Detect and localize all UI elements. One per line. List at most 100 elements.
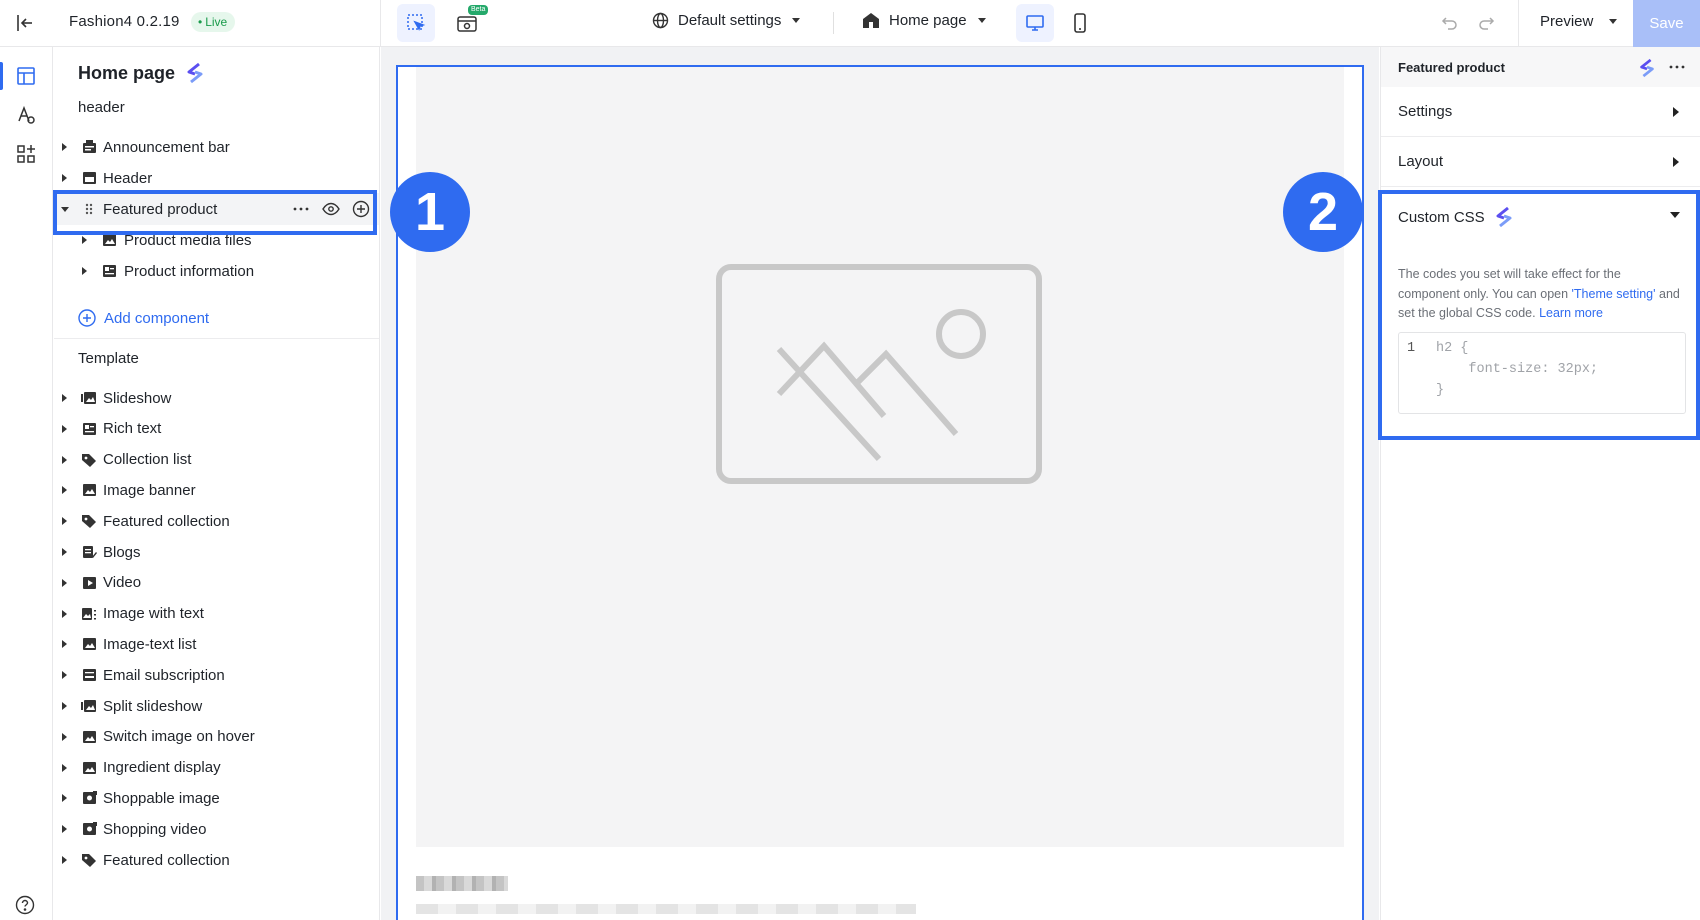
tree-item-image-with-text[interactable]: Image with text — [54, 598, 379, 630]
apps-nav-button[interactable] — [12, 140, 40, 168]
tree-item-announcement-bar[interactable]: Announcement bar — [54, 131, 379, 163]
tree-item-label: Collection list — [103, 451, 192, 469]
save-button[interactable]: Save — [1633, 0, 1700, 47]
tree-item-collection-list[interactable]: Collection list — [54, 444, 379, 476]
expand-arrow-icon[interactable] — [62, 424, 67, 433]
add-component-button[interactable]: Add component — [78, 309, 209, 327]
image-icon — [81, 636, 97, 652]
left-rail — [0, 47, 53, 920]
tree-item-label: Shopping video — [103, 820, 207, 838]
product-media-placeholder[interactable] — [416, 67, 1344, 847]
settings-dropdown[interactable]: Default settings — [652, 12, 801, 29]
add-component-label: Add component — [104, 309, 210, 327]
expand-arrow-icon[interactable] — [62, 702, 67, 710]
select-element-button[interactable] — [397, 4, 435, 42]
divider — [54, 338, 379, 339]
expand-arrow-icon[interactable] — [62, 548, 67, 556]
expand-arrow-icon[interactable] — [62, 609, 67, 618]
announcement-icon — [81, 139, 97, 155]
tree-item-slideshow[interactable]: Slideshow — [54, 382, 379, 414]
image-icon — [81, 760, 97, 776]
tree-item-email-subscription[interactable]: Email subscription — [54, 659, 379, 691]
expand-arrow-icon[interactable] — [62, 394, 67, 402]
settings-panel-header: Featured product — [1381, 47, 1700, 87]
apps-grid-icon — [17, 145, 35, 163]
tree-item-switch-image-on-hover[interactable]: Switch image on hover — [54, 721, 379, 753]
exit-editor-icon[interactable] — [14, 12, 36, 34]
expand-arrow-icon[interactable] — [62, 856, 67, 864]
add-circle-icon — [78, 309, 96, 327]
tree-item-label: Video — [103, 574, 142, 592]
template-group-label: Template — [78, 350, 139, 367]
page-title: Home page — [78, 62, 176, 83]
expand-arrow-icon[interactable] — [62, 174, 67, 182]
redo-icon — [1479, 17, 1495, 30]
tree-item-product-information[interactable]: Product information — [54, 255, 379, 287]
image-text-icon — [81, 606, 97, 622]
theme-style-nav-button[interactable] — [12, 101, 40, 129]
expand-arrow-icon[interactable] — [62, 794, 67, 803]
page-dropdown-label: Home page — [889, 12, 967, 29]
expand-arrow-icon[interactable] — [62, 578, 67, 587]
tree-item-video[interactable]: Video — [54, 567, 379, 599]
tree-item-image-banner[interactable]: Image banner — [54, 474, 379, 506]
more-options-icon[interactable] — [1668, 60, 1686, 74]
mobile-view-button[interactable] — [1061, 4, 1099, 42]
featured-product-section-frame[interactable] — [396, 65, 1364, 920]
expand-arrow-icon[interactable] — [82, 267, 87, 275]
page-dropdown[interactable]: Home page — [862, 12, 986, 29]
expand-arrow-icon[interactable] — [62, 517, 67, 526]
tree-item-label: Blogs — [103, 543, 141, 561]
preview-button[interactable]: Preview — [1540, 13, 1618, 30]
layout-icon — [17, 67, 35, 85]
toolbar-divider — [833, 12, 834, 34]
chevron-down-icon — [977, 18, 986, 23]
tree-item-label: Product information — [124, 262, 255, 280]
expand-arrow-icon[interactable] — [62, 825, 67, 834]
expand-arrow-icon[interactable] — [62, 455, 67, 464]
redo-button[interactable] — [1467, 4, 1505, 42]
tree-item-image-text-list[interactable]: Image-text list — [54, 628, 379, 660]
mobile-icon — [1074, 13, 1086, 33]
typography-icon — [18, 105, 35, 124]
live-status-badge: Live — [191, 12, 236, 32]
settings-accordion[interactable]: Settings — [1381, 87, 1700, 137]
expand-arrow-icon[interactable] — [62, 486, 67, 495]
callout-badge-2: 2 — [1283, 172, 1363, 252]
expand-arrow-icon[interactable] — [62, 763, 67, 772]
tree-item-split-slideshow[interactable]: Split slideshow — [54, 690, 379, 722]
tree-item-blogs[interactable]: Blogs — [54, 536, 379, 568]
tree-item-shoppable-image[interactable]: Shoppable image — [54, 782, 379, 814]
tree-item-shopping-video[interactable]: Shopping video — [54, 813, 379, 845]
tree-item-ingredient-display[interactable]: Ingredient display — [54, 752, 379, 784]
chevron-right-icon — [1673, 107, 1679, 117]
layout-accordion[interactable]: Layout — [1381, 137, 1700, 187]
tree-item-label: Announcement bar — [103, 138, 230, 156]
video-icon — [81, 575, 97, 591]
header-group-label: header — [78, 99, 125, 116]
expand-arrow-icon[interactable] — [62, 143, 67, 151]
undo-button[interactable] — [1431, 4, 1469, 42]
theme-name: Fashion4 0.2.19 — [69, 13, 180, 30]
tree-item-rich-text[interactable]: Rich text — [54, 413, 379, 445]
tree-item-featured-collection[interactable]: Featured collection — [54, 505, 379, 537]
header-icon — [81, 170, 97, 186]
ai-sparkle-icon[interactable] — [185, 62, 205, 84]
desktop-view-button[interactable] — [1016, 4, 1054, 42]
help-icon[interactable] — [15, 895, 35, 915]
tree-item-featured-collection[interactable]: Featured collection — [54, 844, 379, 876]
ai-sparkle-icon[interactable] — [1638, 58, 1656, 78]
sections-nav-button[interactable] — [12, 62, 40, 90]
layout-accordion-label: Layout — [1398, 153, 1444, 170]
toolbar-divider — [1518, 0, 1519, 47]
slideshow-icon — [81, 390, 97, 406]
expand-arrow-icon[interactable] — [62, 671, 67, 680]
expand-arrow-icon[interactable] — [82, 236, 87, 244]
eye-window-icon — [457, 16, 477, 32]
blurred-product-title — [416, 876, 508, 891]
expand-arrow-icon[interactable] — [62, 640, 67, 649]
expand-arrow-icon[interactable] — [62, 732, 67, 741]
blog-icon — [81, 544, 97, 560]
settings-dropdown-label: Default settings — [678, 12, 782, 29]
preview-canvas — [381, 47, 1379, 920]
